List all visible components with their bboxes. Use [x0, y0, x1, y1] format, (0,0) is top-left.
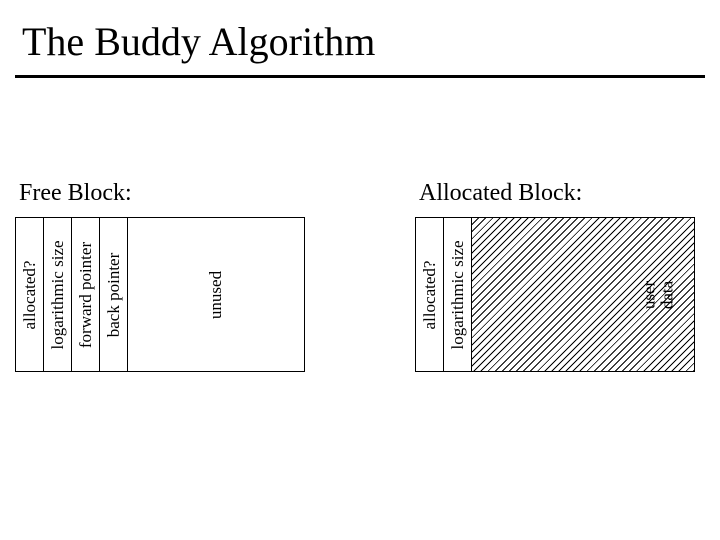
alloc-cell-userdata: user data [472, 218, 694, 371]
allocated-block-group: Allocated Block: allocated? logarithmic … [415, 180, 695, 372]
free-cell-fwdptr: forward pointer [72, 218, 100, 371]
cell-label: logarithmic size [448, 240, 468, 349]
cell-label: allocated? [20, 260, 40, 329]
cell-label: forward pointer [76, 241, 96, 347]
slide: The Buddy Algorithm Free Block: allocate… [0, 0, 720, 540]
allocated-block: allocated? logarithmic size user data [415, 217, 695, 372]
title-rule [15, 75, 705, 78]
alloc-cell-allocated: allocated? [416, 218, 444, 371]
free-block: allocated? logarithmic size forward poin… [15, 217, 305, 372]
free-block-group: Free Block: allocated? logarithmic size … [15, 180, 305, 372]
free-cell-backptr: back pointer [100, 218, 128, 371]
cell-label: back pointer [104, 252, 124, 337]
free-cell-unused: unused [128, 218, 304, 371]
alloc-cell-logsize: logarithmic size [444, 218, 472, 371]
cell-label: unused [206, 270, 226, 318]
userdata-label: user data [640, 280, 676, 308]
userdata-label-line2: data [658, 280, 676, 308]
free-cell-logsize: logarithmic size [44, 218, 72, 371]
free-cell-allocated: allocated? [16, 218, 44, 371]
page-title: The Buddy Algorithm [0, 0, 720, 75]
allocated-block-label: Allocated Block: [415, 180, 695, 207]
cell-label: allocated? [420, 260, 440, 329]
free-block-label: Free Block: [15, 180, 305, 207]
cell-label: logarithmic size [48, 240, 68, 349]
userdata-label-line1: user [640, 280, 658, 308]
